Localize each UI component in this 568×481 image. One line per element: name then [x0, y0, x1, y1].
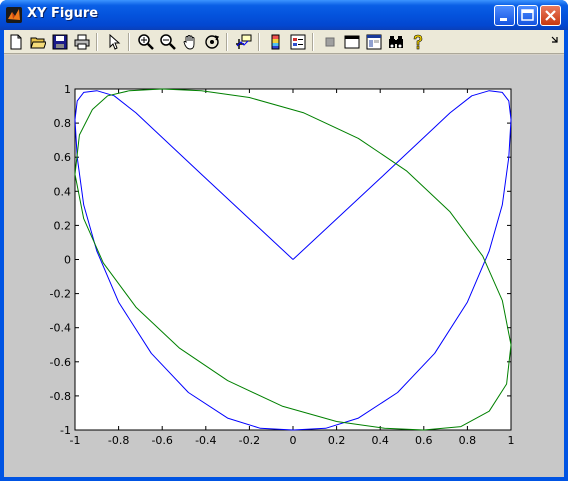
rotate-icon: [205, 35, 220, 49]
new-document-icon: [10, 34, 22, 50]
x-tick-label: -0.4: [195, 434, 216, 447]
print-figure-button[interactable]: [72, 32, 92, 52]
x-tick-label: -0.2: [239, 434, 260, 447]
y-tick-label: 0: [64, 254, 71, 267]
printer-icon: [74, 34, 90, 50]
y-tick-label: 1: [64, 83, 71, 96]
open-file-button[interactable]: [28, 32, 48, 52]
figure-canvas[interactable]: -1 -0.8 -0.6 -0.4 -0.2 0 0.2 0.4 0.6 0.8 1 1 0.8 0.6 0…: [4, 55, 564, 477]
dock-window-icon: [366, 34, 382, 50]
hand-icon: [183, 35, 195, 50]
save-figure-button[interactable]: [50, 32, 70, 52]
y-tick-label: -0.4: [50, 322, 71, 335]
y-tick-label: -1: [60, 424, 71, 437]
y-tick-label: -0.8: [50, 390, 71, 403]
title-bar[interactable]: XY Figure: [0, 0, 568, 30]
plot-svg: -1 -0.8 -0.6 -0.4 -0.2 0 0.2 0.4 0.6 0.8 1 1 0.8 0.6 0…: [50, 83, 515, 447]
colorbar-icon: [271, 34, 280, 50]
insert-colorbar-button[interactable]: [266, 32, 286, 52]
toolbar-separator: [128, 33, 130, 51]
binoculars-icon: [389, 36, 403, 48]
minimize-button[interactable]: [494, 5, 515, 26]
x-tick-label: 0.4: [371, 434, 389, 447]
figure-toolbar: [4, 30, 564, 54]
save-disk-icon: [52, 34, 68, 50]
x-tick-label: 0.6: [415, 434, 433, 447]
zoom-in-button[interactable]: [136, 32, 156, 52]
maximize-icon: [521, 9, 534, 21]
y-tick-label: -0.6: [50, 356, 71, 369]
find-button[interactable]: [386, 32, 406, 52]
close-button[interactable]: [540, 5, 561, 26]
show-plot-tools-button[interactable]: [342, 32, 362, 52]
data-cursor-button[interactable]: [234, 32, 254, 52]
maximize-button[interactable]: [517, 5, 538, 26]
y-tick-label: 0.4: [54, 185, 72, 198]
open-folder-icon: [30, 37, 46, 49]
arrow-pointer-icon: [109, 34, 121, 50]
chevron-down-icon: [551, 36, 558, 43]
window-icon: [344, 35, 360, 49]
help-question-icon: [413, 34, 423, 50]
rotate-3d-button[interactable]: [202, 32, 222, 52]
gray-square-icon: [325, 37, 335, 47]
toolbar-separator: [312, 33, 314, 51]
minimize-icon: [500, 18, 507, 21]
x-tick-label: 1: [508, 434, 515, 447]
insert-legend-button[interactable]: [288, 32, 308, 52]
help-button[interactable]: [408, 32, 428, 52]
x-tick-label: 0.8: [459, 434, 477, 447]
new-figure-button[interactable]: [6, 32, 26, 52]
zoom-out-icon: [160, 34, 176, 50]
legend-icon: [290, 34, 306, 50]
close-icon: [545, 10, 556, 21]
toolbar-separator: [258, 33, 260, 51]
x-tick-label: -0.6: [151, 434, 172, 447]
toolbar-separator: [226, 33, 228, 51]
hide-plot-tools-button[interactable]: [320, 32, 340, 52]
zoom-in-icon: [138, 34, 154, 50]
zoom-out-button[interactable]: [158, 32, 178, 52]
data-cursor-icon: [236, 34, 252, 49]
x-tick-label: -1: [70, 434, 81, 447]
y-tick-label: 0.6: [54, 151, 72, 164]
toolbar-overflow-button[interactable]: [550, 34, 560, 47]
edit-plot-button[interactable]: [104, 32, 124, 52]
y-tick-label: -0.2: [50, 288, 71, 301]
dock-figure-button[interactable]: [364, 32, 384, 52]
window-client: -1 -0.8 -0.6 -0.4 -0.2 0 0.2 0.4 0.6 0.8 1 1 0.8 0.6 0…: [4, 30, 564, 477]
figure-window: XY Figure -1 -0.8 -0.6 -0.4 -0.2 0 0.2 0…: [0, 0, 568, 481]
toolbar-separator: [96, 33, 98, 51]
y-tick-label: 0.2: [54, 219, 72, 232]
x-tick-label: 0: [290, 434, 297, 447]
window-title: XY Figure: [27, 6, 99, 21]
x-tick-label: 0.2: [328, 434, 346, 447]
y-tick-label: 0.8: [54, 117, 72, 130]
x-tick-label: -0.8: [108, 434, 129, 447]
pan-button[interactable]: [180, 32, 200, 52]
matlab-logo-icon: [6, 7, 22, 23]
